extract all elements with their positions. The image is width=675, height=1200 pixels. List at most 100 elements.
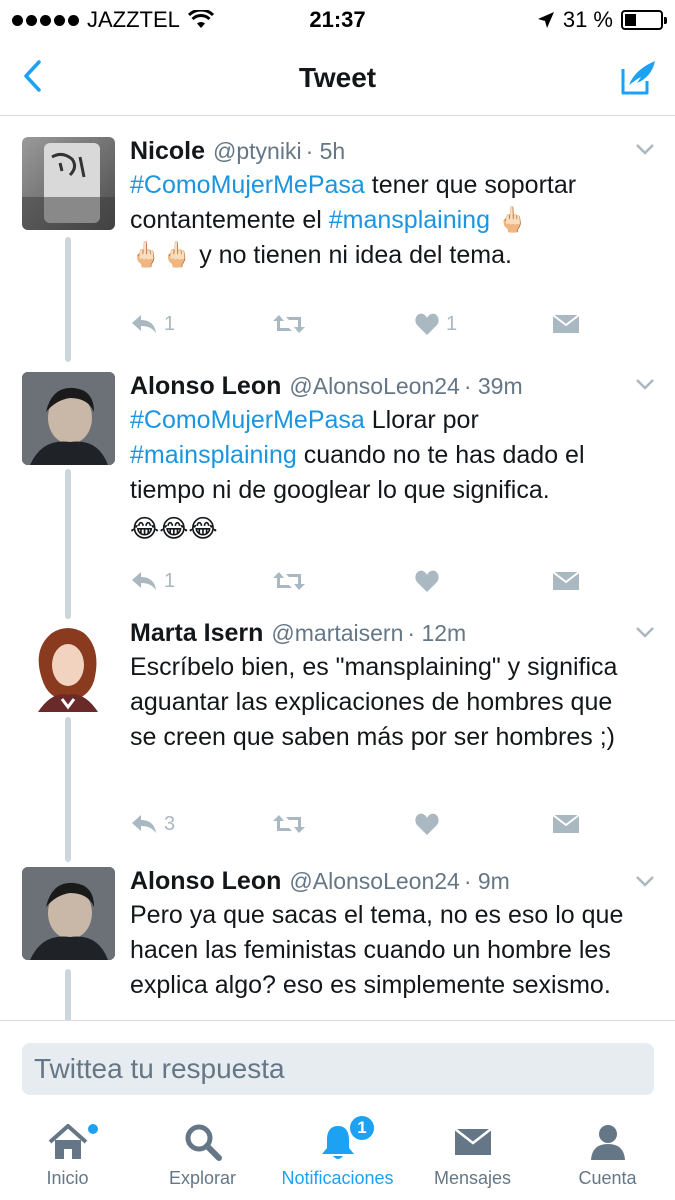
tweet-header: Nicole @ptyniki · 5h <box>130 137 645 166</box>
avatar[interactable] <box>22 867 115 960</box>
heart-icon <box>415 313 439 335</box>
person-icon <box>590 1125 625 1160</box>
chevron-down-icon[interactable] <box>635 378 655 390</box>
location-arrow-icon <box>537 12 554 28</box>
tweet-text: Escríbelo bien, es "mansplaining" y sign… <box>130 653 618 751</box>
battery-fill <box>625 14 636 26</box>
direct-message-button[interactable] <box>552 570 580 592</box>
like-button[interactable] <box>414 569 552 593</box>
hashtag-link[interactable]: #mansplaining <box>329 206 490 234</box>
tweet-header: Alonso Leon @AlonsoLeon24 · 39m <box>130 372 645 401</box>
author-name[interactable]: Alonso Leon <box>130 372 281 401</box>
conversation-thread[interactable]: Nicole @ptyniki · 5h #ComoMujerMePasa te… <box>0 117 675 1020</box>
new-content-dot <box>88 1124 98 1134</box>
chevron-down-icon[interactable] <box>635 875 655 887</box>
retweet-button[interactable] <box>272 813 414 835</box>
thread-line <box>65 237 71 362</box>
back-button[interactable] <box>10 54 54 98</box>
tab-label: Inicio <box>46 1168 89 1188</box>
nav-bar: Tweet <box>0 40 675 116</box>
tab-messages[interactable]: Mensajes <box>405 1108 540 1200</box>
tweet-item[interactable]: Marta Isern @martaisern · 12m Escríbelo … <box>0 612 675 862</box>
retweet-button[interactable] <box>272 313 414 335</box>
tweet-text: Pero ya que sacas el tema, no es eso lo … <box>130 901 624 999</box>
wifi-icon <box>187 10 214 28</box>
chevron-down-icon[interactable] <box>635 143 655 155</box>
tab-account[interactable]: Cuenta <box>540 1108 675 1200</box>
avatar[interactable] <box>22 137 115 230</box>
heart-icon <box>415 570 439 592</box>
tweet-header: Marta Isern @martaisern · 12m <box>130 619 645 648</box>
like-button[interactable]: 1 <box>414 312 552 336</box>
tweet-actions: 1 1 <box>130 312 590 336</box>
envelope-icon <box>552 814 580 833</box>
tweet-text: #ComoMujerMePasa tener que soportar cont… <box>130 168 645 273</box>
status-right: 31 % <box>537 7 667 33</box>
heart-icon <box>415 813 439 835</box>
thread-line <box>65 717 71 862</box>
emoji-group: 😂😂😂 <box>130 515 218 543</box>
page-title: Tweet <box>298 61 377 93</box>
thread-line <box>65 469 71 619</box>
tweet-item[interactable]: Nicole @ptyniki · 5h #ComoMujerMePasa te… <box>0 117 675 362</box>
retweet-button[interactable] <box>272 570 414 592</box>
tab-label: Explorar <box>168 1168 237 1188</box>
author-name[interactable]: Nicole <box>130 137 205 166</box>
hashtag-link[interactable]: #ComoMujerMePasa <box>130 171 365 199</box>
reply-button[interactable]: 1 <box>130 570 272 593</box>
emoji-inline: 🖕🏻 <box>496 206 529 234</box>
carrier-group: JAZZTEL <box>12 7 214 33</box>
search-icon <box>185 1124 222 1161</box>
tweet-text-segment: Llorar por <box>364 406 479 434</box>
notification-badge: 1 <box>348 1114 376 1142</box>
battery-percent: 31 % <box>562 7 613 32</box>
emoji-group: 🖕🏻🖕🏻 <box>130 241 193 269</box>
reply-input[interactable]: Twittea tu respuesta <box>22 1043 654 1095</box>
reply-button[interactable]: 3 <box>130 813 272 836</box>
tweet-time: · 5h <box>305 138 346 164</box>
envelope-icon <box>552 314 580 333</box>
reply-icon <box>132 315 156 333</box>
avatar[interactable] <box>22 372 115 465</box>
carrier-name: JAZZTEL <box>87 7 180 32</box>
like-count: 1 <box>446 312 458 335</box>
tweet-actions: 3 <box>130 812 590 836</box>
reply-button[interactable]: 1 <box>130 313 272 336</box>
tab-explore[interactable]: Explorar <box>135 1108 270 1200</box>
reply-bar: Twittea tu respuesta <box>0 1020 675 1108</box>
status-bar: JAZZTEL 21:37 31 % <box>0 0 675 40</box>
author-name[interactable]: Marta Isern <box>130 619 263 648</box>
hashtag-link[interactable]: #mainsplaining <box>130 441 297 469</box>
tweet-item[interactable]: Alonso Leon @AlonsoLeon24 · 39m #ComoMuj… <box>0 357 675 619</box>
compose-button[interactable] <box>613 52 663 102</box>
tweet-time: · 39m <box>463 373 523 399</box>
reply-icon <box>132 572 156 590</box>
author-handle[interactable]: @ptyniki <box>213 138 302 165</box>
tweet-item[interactable]: Alonso Leon @AlonsoLeon24 · 9m Pero ya q… <box>0 857 675 1020</box>
author-handle[interactable]: @martaisern <box>271 620 403 647</box>
tweet-time: · 12m <box>407 620 467 646</box>
tab-label: Mensajes <box>433 1168 512 1188</box>
direct-message-button[interactable] <box>552 813 580 835</box>
compose-tweet-icon <box>621 61 655 95</box>
tweet-text-segment: y no tienen ni idea del tema. <box>199 241 512 269</box>
tweet-time: · 9m <box>463 868 510 894</box>
tab-home[interactable]: Inicio <box>0 1108 135 1200</box>
retweet-icon <box>273 572 305 590</box>
reply-count: 1 <box>164 312 176 335</box>
reply-count: 3 <box>164 812 176 835</box>
hashtag-link[interactable]: #ComoMujerMePasa <box>130 406 365 434</box>
retweet-icon <box>273 315 305 333</box>
author-handle[interactable]: @AlonsoLeon24 <box>289 373 459 400</box>
tweet-text: #ComoMujerMePasa Llorar por #mainsplaini… <box>130 403 645 547</box>
direct-message-button[interactable] <box>552 313 580 335</box>
tweet-header: Alonso Leon @AlonsoLeon24 · 9m <box>130 867 645 896</box>
like-button[interactable] <box>414 812 552 836</box>
chevron-down-icon[interactable] <box>635 626 655 638</box>
tweet-actions: 1 <box>130 569 590 593</box>
reply-count: 1 <box>164 569 176 592</box>
tab-notifications[interactable]: 1 Notificaciones <box>270 1108 405 1200</box>
avatar[interactable] <box>22 619 115 712</box>
author-name[interactable]: Alonso Leon <box>130 867 281 896</box>
author-handle[interactable]: @AlonsoLeon24 <box>289 868 459 895</box>
